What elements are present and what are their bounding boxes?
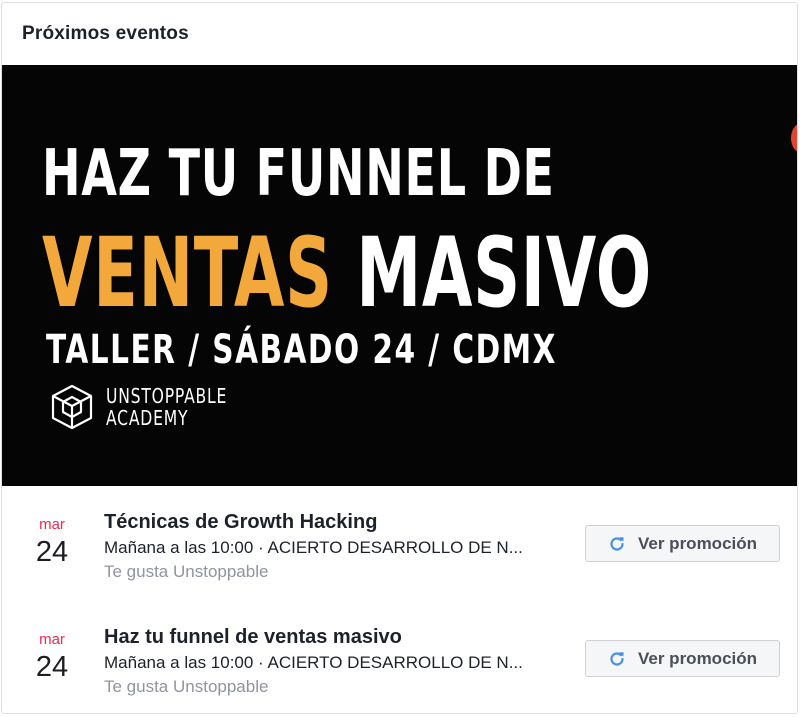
banner-headline-line1: HAZ TU FUNNEL DE [42, 137, 555, 211]
event-social-context: Te gusta Unstoppable [104, 677, 269, 696]
brand-logo-text: UNSTOPPABLE ACADEMY [106, 385, 227, 429]
event-list: mar 24 Técnicas de Growth Hacking Mañana… [2, 486, 797, 713]
event-info: Haz tu funnel de ventas masivo Mañana a … [104, 625, 564, 698]
view-promotion-label: Ver promoción [637, 648, 758, 668]
event-day: 24 [35, 651, 69, 683]
event-title-link[interactable]: Técnicas de Growth Hacking [104, 510, 564, 534]
event-month: mar [39, 631, 65, 648]
refresh-icon [610, 536, 624, 551]
event-date: mar 24 [28, 631, 76, 682]
view-promotion-button[interactable]: Ver promoción [585, 640, 780, 677]
event-title-link[interactable]: Haz tu funnel de ventas masivo [104, 625, 564, 649]
event-item: mar 24 Haz tu funnel de ventas masivo Ma… [2, 601, 797, 713]
event-month: mar [39, 516, 65, 533]
cube-outline-icon [51, 384, 93, 430]
view-promotion-button[interactable]: Ver promoción [585, 525, 780, 562]
view-promotion-label: Ver promoción [637, 533, 758, 553]
card-header: Próximos eventos [2, 3, 797, 65]
event-info: Técnicas de Growth Hacking Mañana a las … [104, 510, 564, 583]
banner-accent-word: VENTAS [42, 217, 333, 329]
brand-line1: UNSTOPPABLE [106, 384, 228, 408]
banner-headline-rest: MASIVO [332, 217, 652, 329]
event-meta: Mañana a las 10:00 · ACIERTO DESARROLLO … [104, 653, 523, 672]
banner-subtitle: TALLER / SÁBADO 24 / CDMX [46, 327, 557, 373]
banner-headline-line2: VENTAS MASIVO [42, 217, 652, 329]
upcoming-events-card: Próximos eventos HAZ TU FUNNEL DE VENTAS… [1, 2, 798, 714]
event-item: mar 24 Técnicas de Growth Hacking Mañana… [2, 486, 797, 601]
card-title[interactable]: Próximos eventos [22, 23, 189, 44]
refresh-icon [610, 651, 624, 666]
event-date: mar 24 [28, 516, 76, 567]
red-decoration [791, 123, 797, 153]
event-banner-image[interactable]: HAZ TU FUNNEL DE VENTAS MASIVO TALLER / … [2, 65, 797, 486]
brand-line2: ACADEMY [106, 406, 189, 430]
event-meta: Mañana a las 10:00 · ACIERTO DESARROLLO … [104, 538, 523, 557]
event-day: 24 [35, 536, 69, 568]
event-social-context: Te gusta Unstoppable [104, 562, 269, 581]
